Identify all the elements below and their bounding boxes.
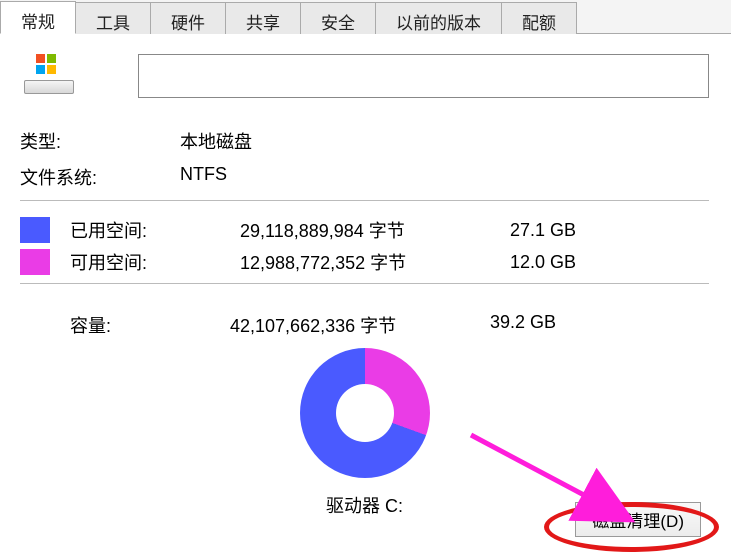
drive-name-input[interactable] — [138, 54, 709, 98]
divider-top — [20, 200, 709, 201]
used-swatch-icon — [20, 217, 50, 243]
tab-quota[interactable]: 配额 — [501, 2, 577, 34]
capacity-gb: 39.2 GB — [490, 312, 600, 338]
usage-pie-chart — [300, 348, 430, 478]
tab-previous-versions[interactable]: 以前的版本 — [375, 2, 502, 34]
tab-security[interactable]: 安全 — [300, 2, 376, 34]
free-swatch-icon — [20, 249, 50, 275]
free-gb: 12.0 GB — [510, 252, 620, 273]
divider-mid — [20, 283, 709, 284]
capacity-bytes: 42,107,662,336 字节 — [230, 312, 490, 338]
filesystem-label: 文件系统: — [20, 164, 180, 190]
used-label: 已用空间: — [70, 217, 240, 243]
drive-icon — [20, 52, 78, 100]
free-label: 可用空间: — [70, 249, 240, 275]
tab-sharing[interactable]: 共享 — [225, 2, 301, 34]
used-gb: 27.1 GB — [510, 220, 620, 241]
tab-strip: 常规 工具 硬件 共享 安全 以前的版本 配额 — [0, 0, 731, 34]
free-bytes: 12,988,772,352 字节 — [240, 249, 510, 275]
type-label: 类型: — [20, 128, 180, 154]
disk-cleanup-button[interactable]: 磁盘清理(D) — [575, 502, 701, 537]
tab-general[interactable]: 常规 — [0, 1, 76, 34]
type-value: 本地磁盘 — [180, 128, 252, 154]
capacity-label: 容量: — [20, 312, 230, 338]
tab-hardware[interactable]: 硬件 — [150, 2, 226, 34]
tab-tools[interactable]: 工具 — [75, 2, 151, 34]
general-panel: 类型: 本地磁盘 文件系统: NTFS 已用空间: 29,118,889,984… — [0, 34, 731, 528]
filesystem-value: NTFS — [180, 164, 227, 190]
used-bytes: 29,118,889,984 字节 — [240, 217, 510, 243]
